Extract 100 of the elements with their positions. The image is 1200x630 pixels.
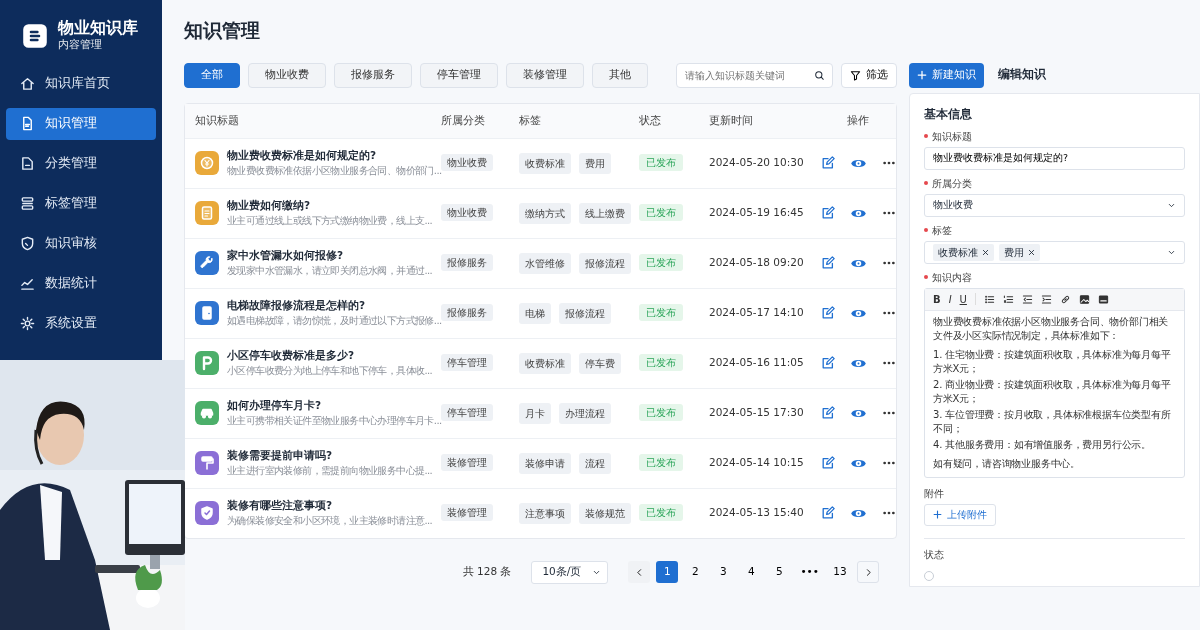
page-button[interactable]: 3 [712,561,735,583]
title-input[interactable]: 物业费收费标准是如何规定的? [924,146,1185,170]
row-title[interactable]: 物业费如何缴纳? [227,197,433,214]
tag: 费用 [579,152,611,174]
category-tag: 停车管理 [441,403,493,421]
status-radio[interactable] [924,570,934,581]
tag: 水管维修 [519,252,571,274]
category-tag: 报修服务 [441,253,493,271]
row-title[interactable]: 装修需要提前申请吗? [227,447,433,464]
page-size-select[interactable]: 10条/页 [531,560,609,584]
column-header: 更新时间 [709,112,753,128]
row-summary: 小区停车收费分为地上停车和地下停车，具体收... [227,364,433,379]
bullet-list-icon[interactable] [983,293,995,305]
row-title[interactable]: 电梯故障报修流程是怎样的? [227,297,442,314]
filter-tab[interactable]: 其他 [592,62,648,88]
filter-tab[interactable]: 报修服务 [334,62,412,88]
edit-icon[interactable] [821,456,835,470]
category-select[interactable]: 物业收费 [924,193,1185,217]
attachment-label: 附件 [924,486,945,501]
status-tag: 已发布 [639,453,683,471]
list-icon [20,196,35,212]
edit-icon[interactable] [821,356,835,370]
filter-button[interactable]: 筛选 [841,62,897,88]
underline-button[interactable]: U [959,291,967,307]
italic-button[interactable]: I [948,291,952,307]
edit-icon[interactable] [821,256,835,270]
upload-button[interactable]: 上传附件 [924,503,996,526]
page-button[interactable]: 4 [740,561,763,583]
page-button[interactable]: 2 [684,561,707,583]
rich-text-editor[interactable]: B I U 物业费收费标准依据小区物业服务合同、物价部门相关文件及小区实际情况制定，具体标准如下： 1. 住宅物业费：按建筑面积收取，具体标准为每月每平方米X元； 2. 商业物业费：按建筑面积收取，具体标准为每月每平方米X元； 3. 车位管理费：按月收取，具体标准根据车位类型有所不同； 4. 其他服务费用：如有增值服务，费用另行公示。 如有疑问，请咨询物业服务中心。 [924,287,1185,478]
content-paragraph: 1. 住宅物业费：按建筑面积收取，具体标准为每月每平方米X元； [933,347,1172,376]
edit-icon[interactable] [821,156,835,170]
nav-item[interactable]: 分类管理 [6,147,156,180]
close-icon[interactable] [982,248,989,256]
row-title[interactable]: 物业费收费标准是如何规定的? [227,147,442,164]
new-button[interactable]: 新建知识 [909,62,984,88]
image-icon[interactable] [1078,293,1090,305]
tag: 电梯 [519,302,551,324]
updated-time: 2024-05-15 17:30 [709,405,804,418]
selected-tag: 收费标准 [933,243,994,261]
page-button[interactable]: 5 [768,561,791,583]
nav-item[interactable]: 知识管理 [6,107,156,140]
filter-tab[interactable]: 全部 [184,62,240,88]
nav-item[interactable]: 数据统计 [6,267,156,300]
app-title: 物业知识库 [58,18,138,38]
filter-tab[interactable]: 停车管理 [420,62,498,88]
field-label: 知识标题 [932,129,972,144]
status-tag: 已发布 [639,303,683,321]
selected-tag: 费用 [999,243,1040,261]
page-button[interactable]: 1 [656,561,679,583]
indent-icon[interactable] [1040,293,1052,305]
search-field[interactable]: 请输入知识标题关键词 [676,62,833,88]
numbered-list-icon[interactable] [1002,293,1014,305]
funnel-icon [850,69,861,81]
home-icon [20,76,35,92]
row-summary: 发现家中水管漏水，请立即关闭总水阀，并通过... [227,264,433,279]
tag: 办理流程 [559,402,611,424]
tag: 线上缴费 [579,202,631,224]
edit-icon[interactable] [821,206,835,220]
close-icon[interactable] [1028,248,1035,256]
page-button[interactable]: ••• [796,561,823,583]
field-label: 所属分类 [932,176,972,191]
outdent-icon[interactable] [1021,293,1033,305]
edit-icon[interactable] [821,306,835,320]
panel-title: 编辑知识 [998,66,1046,84]
bold-button[interactable]: B [933,291,941,307]
app-subtitle: 内容管理 [58,37,103,54]
page-title: 知识管理 [184,18,261,43]
section-title: 基本信息 [924,105,973,123]
row-title[interactable]: 小区停车收费标准是多少? [227,347,433,364]
nav-item[interactable]: 知识审核 [6,227,156,260]
tag: 注意事项 [519,502,571,524]
column-header: 标签 [519,112,541,128]
row-title[interactable]: 如何办理停车月卡? [227,397,442,414]
column-header: 知识标题 [195,112,239,128]
total-count: 共 128 条 [462,564,512,580]
content-paragraph: 4. 其他服务费用：如有增值服务，费用另行公示。 [933,437,1152,452]
category-tag: 装修管理 [441,453,493,471]
filter-tab[interactable]: 物业收费 [248,62,326,88]
nav-item[interactable]: 系统设置 [6,307,156,340]
row-title[interactable]: 家中水管漏水如何报修? [227,247,433,264]
category-tag: 物业收费 [441,203,493,221]
edit-icon[interactable] [821,506,835,520]
tags-select[interactable]: 收费标准 费用 [924,240,1185,264]
content-paragraph: 3. 车位管理费：按月收取，具体标准根据车位类型有所不同； [933,407,1172,436]
shield-icon [20,236,35,252]
row-title[interactable]: 装修有哪些注意事项? [227,497,433,514]
edit-icon[interactable] [821,406,835,420]
category-tag: 装修管理 [441,503,493,521]
nav-item[interactable]: 标签管理 [6,187,156,220]
nav-item[interactable]: 知识库首页 [6,67,156,100]
filter-tab[interactable]: 装修管理 [506,62,584,88]
field-label: 标签 [932,223,952,238]
search-icon [814,69,825,81]
link-icon[interactable] [1059,293,1071,305]
status-tag: 已发布 [639,403,683,421]
chart-icon [20,276,35,292]
category-tag: 报修服务 [441,303,493,321]
page-button[interactable]: 13 [829,561,851,583]
updated-time: 2024-05-14 10:15 [709,455,804,468]
